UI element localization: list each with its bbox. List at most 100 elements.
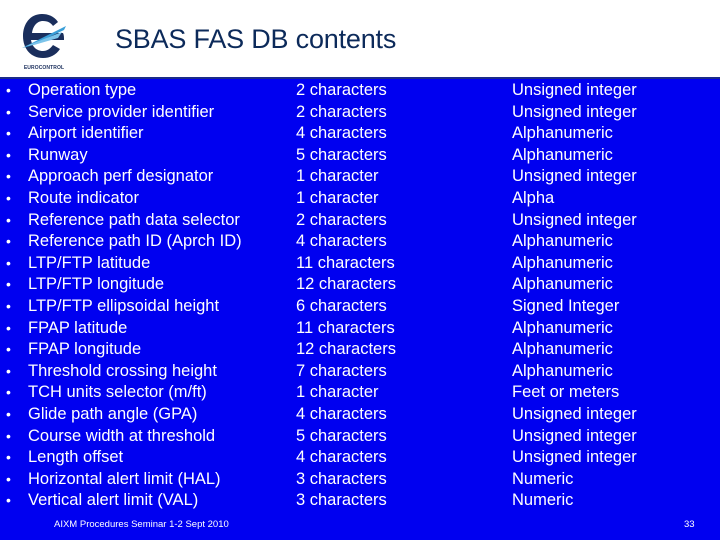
eurocontrol-logo: EUROCONTROL: [16, 12, 72, 74]
field-size: 11 characters: [296, 253, 395, 272]
field-size: 6 characters: [296, 296, 387, 315]
field-type: Numeric: [512, 491, 574, 510]
field-size: 12 characters: [296, 275, 396, 294]
field-name: Runway: [28, 145, 88, 164]
field-name: Horizontal alert limit (HAL): [28, 469, 221, 488]
field-name: Route indicator: [28, 188, 139, 207]
field-type: Alphanumeric: [512, 318, 613, 337]
field-row: • Runway 5 characters Alphanumeric: [0, 145, 720, 167]
bullet-icon: •: [6, 168, 11, 185]
field-row: • LTP/FTP latitude 11 characters Alphanumer…: [0, 253, 720, 275]
field-type: Numeric: [512, 469, 574, 488]
field-size: 1 character: [296, 188, 379, 207]
field-type: Alphanumeric: [512, 232, 613, 251]
field-size: 3 characters: [296, 469, 387, 488]
bullet-icon: •: [6, 319, 11, 336]
field-size: 11 characters: [296, 318, 395, 337]
bullet-icon: •: [6, 189, 11, 206]
field-type: Unsigned integer: [512, 167, 637, 186]
field-row: • TCH units selector (m/ft) 1 character Fee…: [0, 382, 720, 404]
field-name: Threshold crossing height: [28, 361, 217, 380]
field-name: TCH units selector (m/ft): [28, 383, 207, 402]
bullet-icon: •: [6, 427, 11, 444]
field-size: 4 characters: [296, 232, 387, 251]
field-type: Alpha: [512, 188, 555, 207]
field-type: Unsigned integer: [512, 448, 637, 467]
field-name: Vertical alert limit (VAL): [28, 491, 199, 510]
slide-header: EUROCONTROL SBAS FAS DB contents: [0, 0, 720, 78]
field-type: Alphanumeric: [512, 340, 613, 359]
field-type: Alphanumeric: [512, 361, 613, 380]
field-row: • Approach perf designator 1 character Unsi…: [0, 166, 720, 188]
field-size: 4 characters: [296, 124, 387, 143]
bullet-icon: •: [6, 211, 11, 228]
field-type: Unsigned integer: [512, 210, 637, 229]
field-row: • Airport identifier 4 characters Alphanume…: [0, 123, 720, 145]
field-size: 2 characters: [296, 102, 387, 121]
field-name: Approach perf designator: [28, 167, 214, 186]
bullet-icon: •: [6, 449, 11, 466]
field-size: 2 characters: [296, 210, 387, 229]
page-number: 33: [684, 519, 695, 530]
field-type: Alphanumeric: [512, 145, 613, 164]
field-row: • Service provider identifier 2 characters…: [0, 102, 720, 124]
field-name: FPAP latitude: [28, 318, 128, 337]
bullet-icon: •: [6, 492, 11, 509]
bullet-icon: •: [6, 297, 11, 314]
bullet-icon: •: [6, 470, 11, 487]
field-type: Unsigned integer: [512, 81, 637, 99]
field-name: Reference path data selector: [28, 210, 240, 229]
field-row: • Course width at threshold 5 characters Un…: [0, 426, 720, 448]
bullet-icon: •: [6, 233, 11, 250]
field-name: Service provider identifier: [28, 102, 215, 121]
bullet-icon: •: [6, 125, 11, 142]
field-size: 1 character: [296, 167, 379, 186]
bullet-icon: •: [6, 362, 11, 379]
field-row: • Threshold crossing height 7 characters Al…: [0, 361, 720, 383]
field-type: Alphanumeric: [512, 253, 613, 272]
field-row: • Reference path data selector 2 character…: [0, 210, 720, 232]
bullet-icon: •: [6, 405, 11, 422]
eurocontrol-e-icon: [22, 14, 66, 58]
field-name: FPAP longitude: [28, 340, 142, 359]
field-row: • Horizontal alert limit (HAL) 3 character…: [0, 469, 720, 491]
field-type: Unsigned integer: [512, 404, 637, 423]
slide-title: SBAS FAS DB contents: [115, 24, 397, 54]
field-size: 12 characters: [296, 340, 396, 359]
field-name: Length offset: [28, 448, 124, 467]
field-name: LTP/FTP longitude: [28, 275, 165, 294]
field-row: • Vertical alert limit (VAL) 3 characters N…: [0, 490, 720, 512]
field-name: LTP/FTP latitude: [28, 253, 151, 272]
fields-table: • Operation type 2 characters Unsigned inte…: [0, 80, 720, 512]
content-area: • Operation type 2 characters Unsigned inte…: [0, 79, 720, 540]
field-row: • Operation type 2 characters Unsigned inte…: [0, 80, 720, 102]
field-name: LTP/FTP ellipsoidal height: [28, 296, 220, 315]
field-type: Alphanumeric: [512, 124, 613, 143]
field-size: 2 characters: [296, 81, 387, 99]
field-name: Course width at threshold: [28, 426, 216, 445]
field-row: • Route indicator 1 character Alpha: [0, 188, 720, 210]
field-name: Glide path angle (GPA): [28, 404, 198, 423]
field-size: 4 characters: [296, 448, 387, 467]
field-row: • Reference path ID (Aprch ID) 4 character…: [0, 231, 720, 253]
bullet-icon: •: [6, 82, 11, 98]
field-size: 7 characters: [296, 361, 387, 380]
bullet-icon: •: [6, 276, 11, 293]
field-row: • LTP/FTP longitude 12 characters Alphanume…: [0, 274, 720, 296]
field-type: Alphanumeric: [512, 275, 613, 294]
field-size: 1 character: [296, 383, 379, 402]
field-row: • FPAP longitude 12 characters Alphanumeric: [0, 339, 720, 361]
bullet-icon: •: [6, 146, 11, 163]
bullet-icon: •: [6, 103, 11, 120]
bullet-icon: •: [6, 254, 11, 271]
logo-text: EUROCONTROL: [23, 65, 65, 71]
field-size: 5 characters: [296, 426, 387, 445]
field-type: Feet or meters: [512, 383, 620, 402]
field-row: • LTP/FTP ellipsoidal height 6 characters S…: [0, 296, 720, 318]
bullet-icon: •: [6, 341, 11, 358]
field-row: • Glide path angle (GPA) 4 characters Unsig…: [0, 404, 720, 426]
bullet-icon: •: [6, 384, 11, 401]
field-type: Signed Integer: [512, 296, 620, 315]
field-row: • FPAP latitude 11 characters Alphanumeric: [0, 318, 720, 340]
field-size: 4 characters: [296, 404, 387, 423]
